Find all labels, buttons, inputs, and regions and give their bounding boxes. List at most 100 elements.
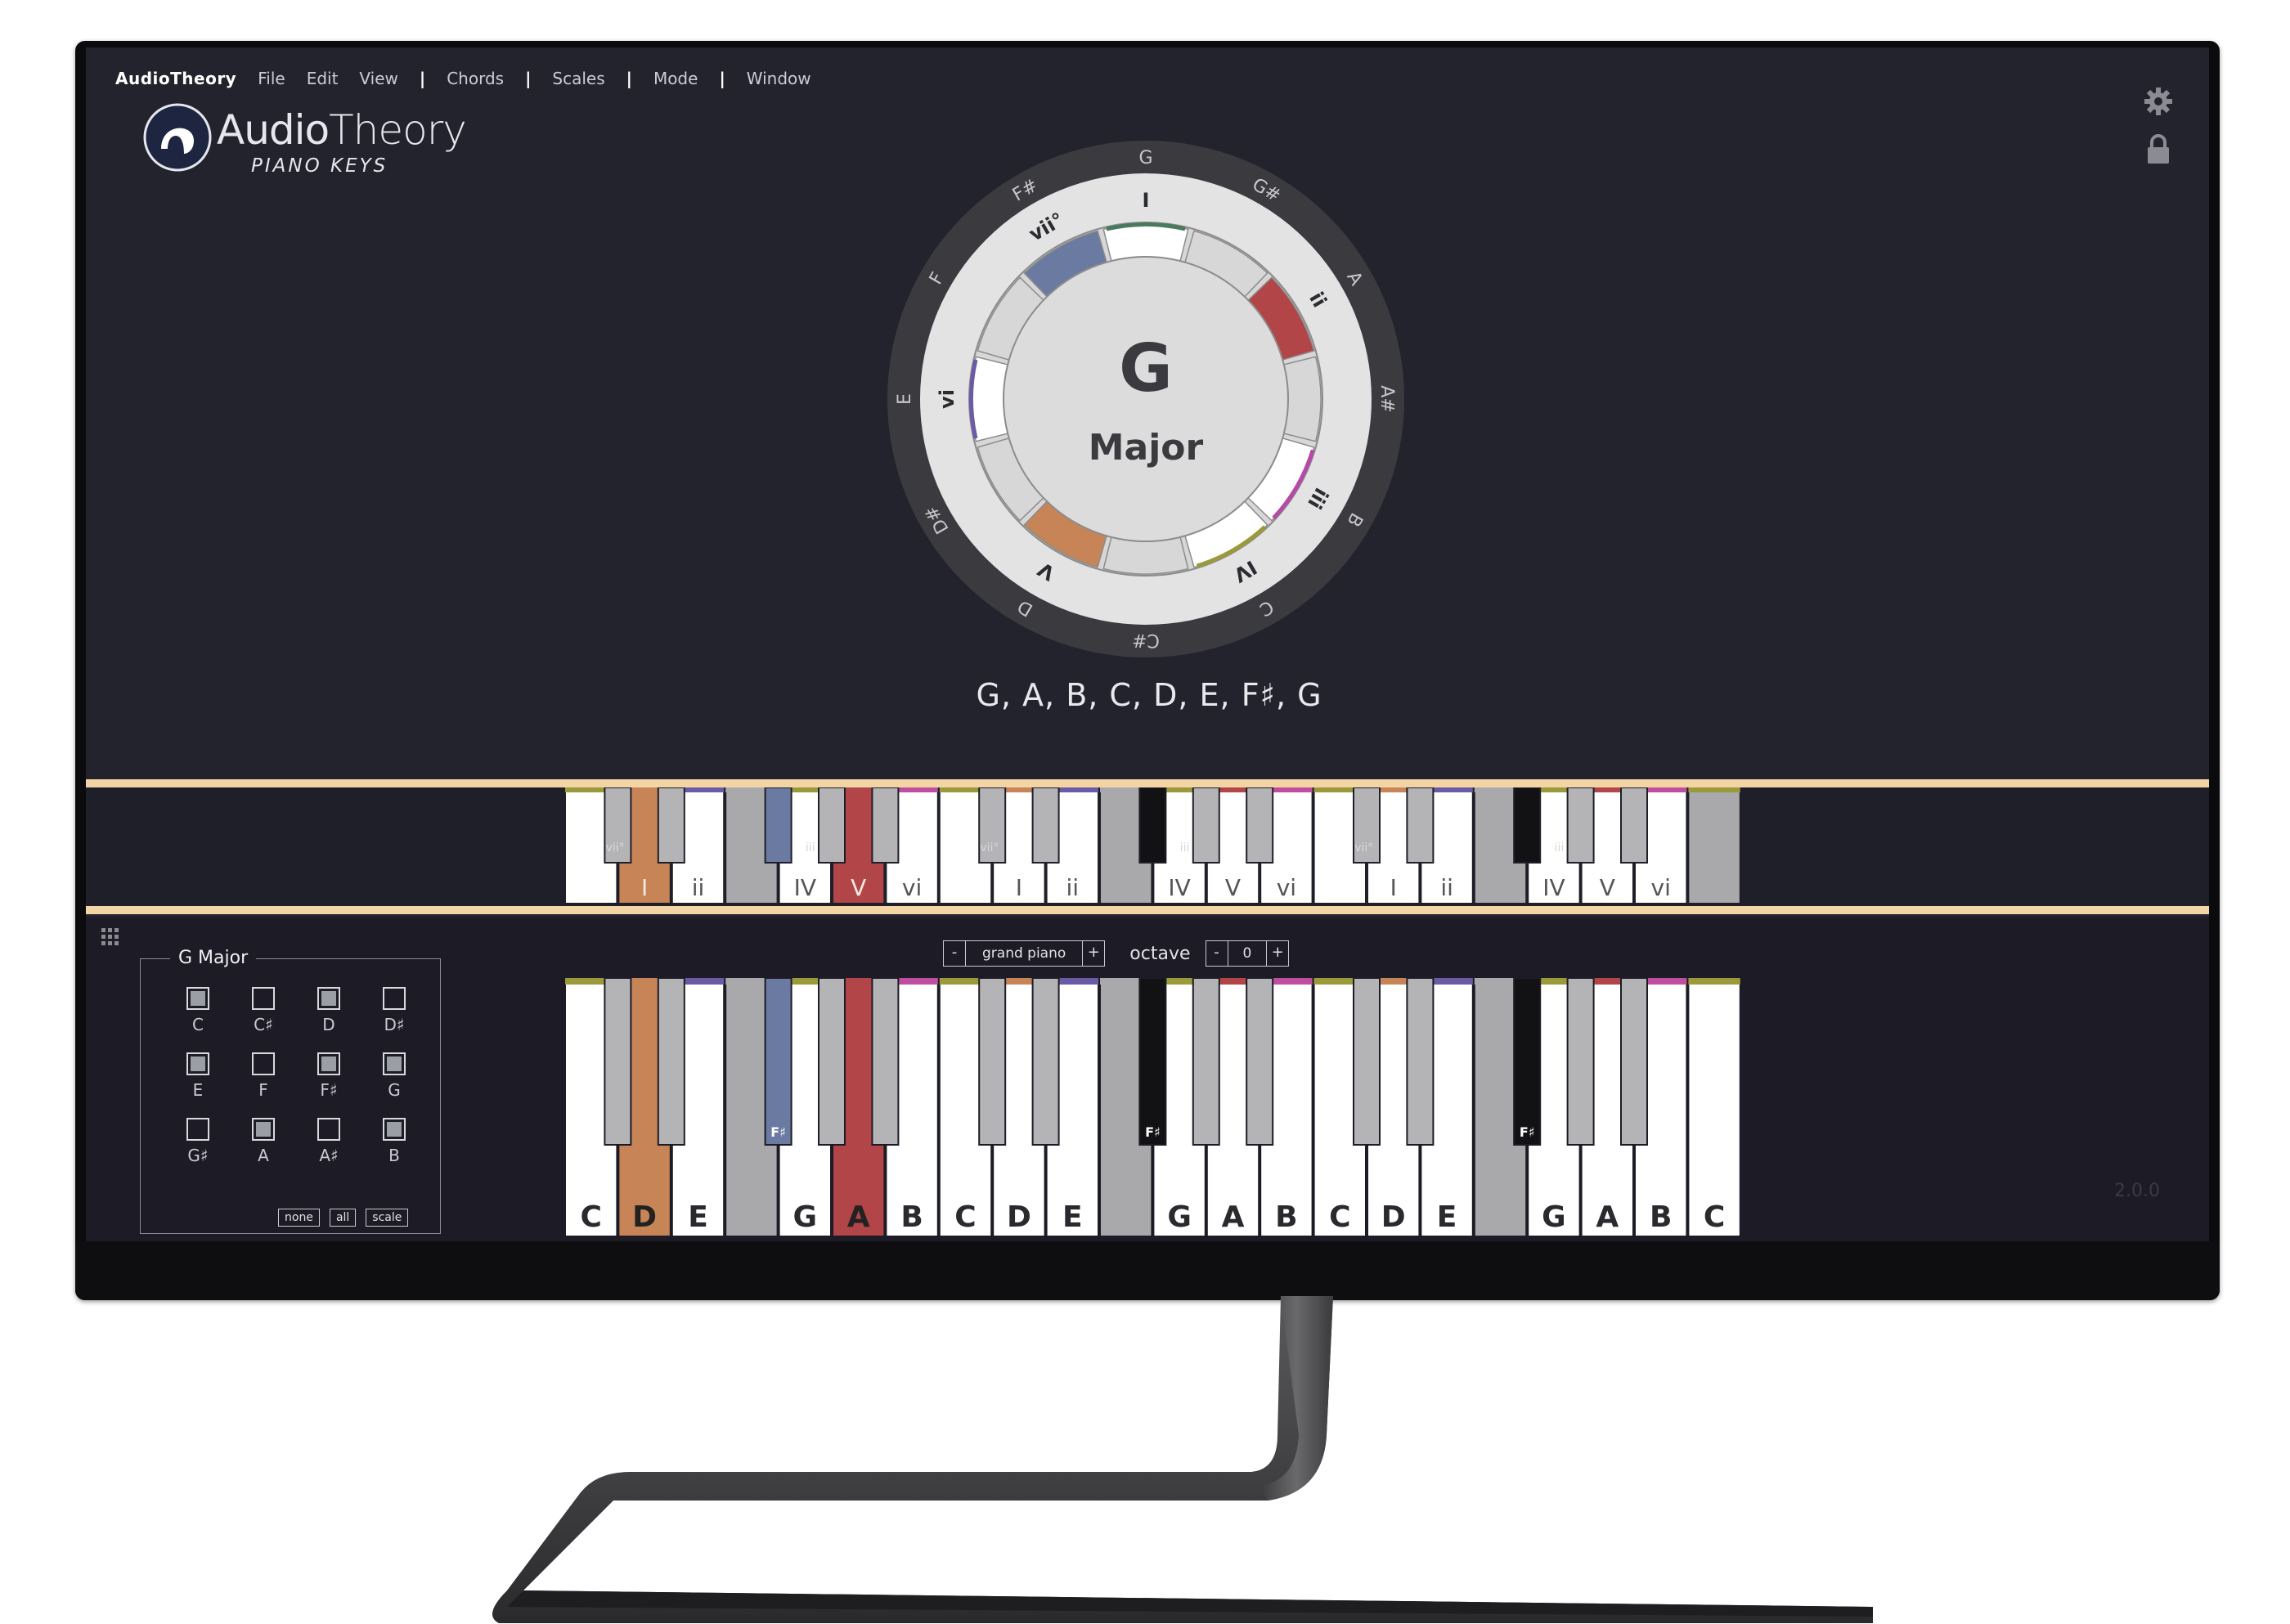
note-checkbox[interactable]: C [165,987,231,1034]
menu-window[interactable]: Window [747,69,811,88]
instrument-name[interactable]: grand piano [966,945,1082,962]
control-panel: G Major C C♯ D D♯ E F F♯ G G♯ A A♯ B none all scale… [86,917,2209,1241]
outer-note-label[interactable]: A# [1376,385,1397,412]
menu-app-name[interactable]: AudioTheory [115,69,236,88]
note-checkbox[interactable]: G [361,1052,427,1100]
preview-black-key [1513,787,1542,864]
circle-segment[interactable] [970,356,1009,442]
note-checkbox-label: C♯ [254,1015,273,1034]
checkbox[interactable] [383,987,406,1010]
white-key-label: A [1222,1200,1245,1234]
black-key[interactable] [818,978,846,1146]
version-label: 2.0.0 [2114,1181,2160,1201]
black-key[interactable] [1031,978,1060,1146]
black-key[interactable] [1192,978,1220,1146]
menu-file[interactable]: File [258,69,285,88]
menu-view[interactable]: View [359,69,397,88]
circle-segment[interactable] [1102,223,1189,262]
menu-mode[interactable]: Mode [653,69,698,88]
preview-black-key [1031,787,1060,864]
outer-note-label[interactable]: C# [1132,630,1160,650]
black-key[interactable] [1513,978,1542,1146]
note-checkbox[interactable]: F [231,1052,296,1100]
circle-of-fifths-graphic[interactable]: GMajorGG#AA#BCC#DD#EFF# IiiiiiIVVvivii° [887,141,1404,657]
black-key[interactable] [1620,978,1648,1146]
preview-black-key [1406,787,1435,864]
white-key-label: E [1062,1200,1083,1234]
note-checkbox-label: D♯ [384,1015,405,1034]
white-key-label: B [1650,1200,1672,1234]
logo-wordmark: AudioTheory [217,106,467,154]
preview-degree-label: V [1225,874,1241,901]
black-key[interactable] [1406,978,1435,1146]
circle-segment[interactable] [1282,356,1322,442]
octave-up-button[interactable]: + [1266,941,1288,966]
preview-degree-label: I [641,874,648,901]
note-checkbox[interactable]: A [231,1118,296,1165]
note-checkbox[interactable]: G♯ [165,1118,231,1165]
instrument-prev-button[interactable]: - [944,941,966,966]
preview-black-key [764,787,793,864]
preview-black-key [1192,787,1220,864]
checkbox[interactable] [186,1052,209,1075]
black-key[interactable] [1353,978,1381,1146]
black-key[interactable] [1138,978,1167,1146]
note-checkbox[interactable]: F♯ [296,1052,361,1100]
checkbox[interactable] [317,1052,340,1075]
menu-edit[interactable]: Edit [307,69,339,88]
black-key[interactable] [871,978,900,1146]
note-checkbox[interactable]: D♯ [361,987,427,1034]
checkbox[interactable] [383,1118,406,1141]
preview-degree-label: I [1016,874,1022,901]
black-key[interactable] [764,978,793,1146]
black-key[interactable] [1566,978,1595,1146]
note-checkbox[interactable]: A♯ [296,1118,361,1165]
checkbox[interactable] [383,1052,406,1075]
preview-black-key [657,787,685,864]
outer-note-label[interactable]: G [1138,148,1152,168]
checkbox[interactable] [252,1118,275,1141]
note-checkbox[interactable]: B [361,1118,427,1165]
note-checkbox[interactable]: D [296,987,361,1034]
scale-selector-buttons: none all scale [278,1209,409,1227]
note-checkbox[interactable]: E [165,1052,231,1100]
grid-icon[interactable] [101,927,120,947]
checkbox[interactable] [317,1118,340,1141]
note-checkbox-label: C [192,1015,204,1034]
piano-keyboard[interactable]: C D E G A B C D E G A B C D E G A B CF♯ F♯ F♯ [564,978,1742,1240]
black-key[interactable] [657,978,685,1146]
instrument-next-button[interactable]: + [1082,941,1104,966]
checkbox[interactable] [252,987,275,1010]
top-right-icons [2139,87,2178,177]
circle-segment[interactable] [1102,536,1189,575]
black-key[interactable] [604,978,632,1146]
scale-selector-title: G Major [170,948,257,968]
note-checkbox-grid: C C♯ D D♯ E F F♯ G G♯ A A♯ B [165,987,427,1165]
white-key-label: C [580,1200,601,1234]
white-key[interactable] [1687,978,1741,1237]
note-checkbox-label: G [388,1080,401,1100]
white-key-label: E [688,1200,708,1234]
lock-icon[interactable] [2146,134,2171,165]
none-button[interactable]: none [278,1209,320,1227]
gear-icon[interactable] [2144,87,2173,116]
checkbox[interactable] [186,987,209,1010]
scale-button[interactable]: scale [366,1209,409,1227]
menu-scales[interactable]: Scales [552,69,604,88]
note-checkbox[interactable]: C♯ [231,987,296,1034]
circle-of-fifths[interactable]: G Major G G# A A# B C C# D D# E F F# Iii iii IV Vvi vii° [887,141,1404,657]
app-window: AudioTheory File Edit View | Chords | Sc… [86,47,2209,1241]
outer-note-label[interactable]: E [895,393,915,405]
black-key[interactable] [1246,978,1274,1146]
menu-chords[interactable]: Chords [447,69,504,88]
all-button[interactable]: all [329,1209,357,1227]
divider-band [86,906,2209,914]
black-key[interactable] [978,978,1007,1146]
menu-separator: | [626,69,632,88]
checkbox[interactable] [186,1118,209,1141]
preview-black-key [1246,787,1274,864]
checkbox[interactable] [317,987,340,1010]
checkbox[interactable] [252,1052,275,1075]
preview-degree-label: vi [1651,874,1671,901]
octave-down-button[interactable]: - [1206,941,1228,966]
